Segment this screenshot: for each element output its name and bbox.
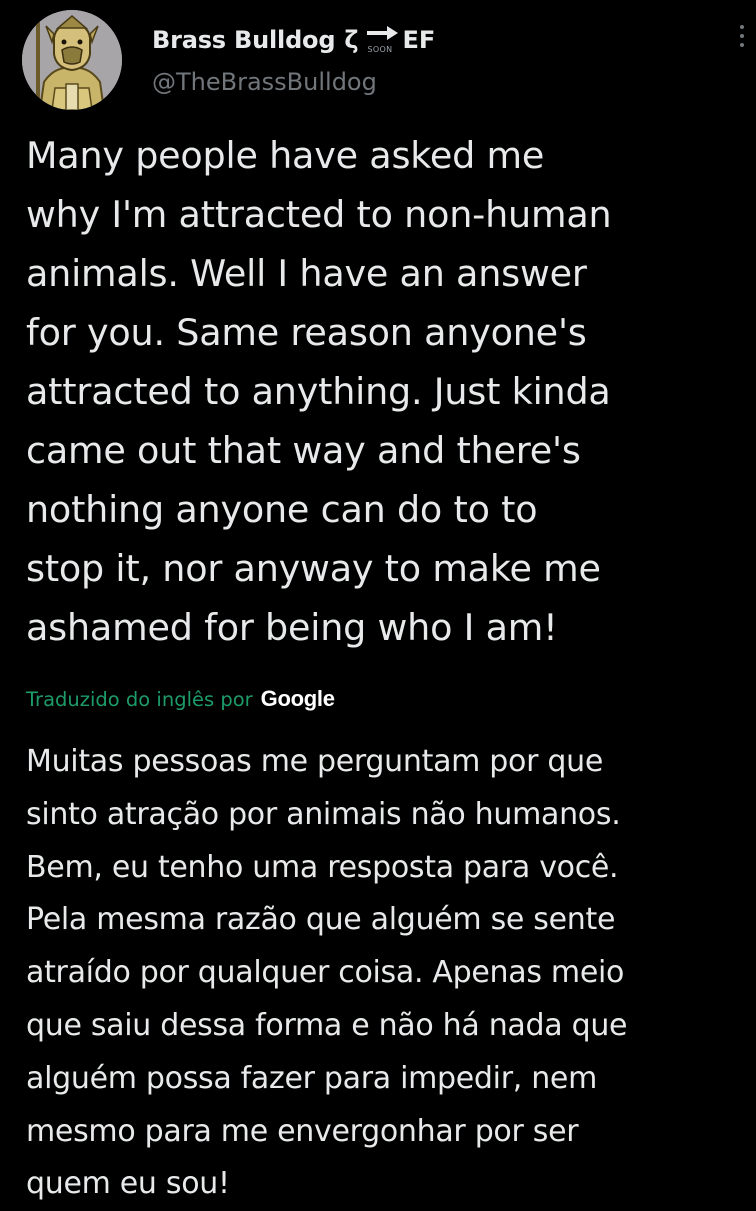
translated-text-line: quem eu sou! (26, 1166, 230, 1202)
brass-bulldog-avatar-icon (22, 10, 122, 110)
google-logo: Google (260, 686, 335, 711)
translated-text-line: Bem, eu tenho uma resposta para você. (26, 849, 619, 885)
tweet-text-line: for you. Same reason anyone's (26, 311, 587, 354)
tweet-text-line: Many people have asked me (26, 134, 545, 177)
translated-text-line: Muitas pessoas me perguntam por que (26, 744, 603, 779)
translated-text-line: sinto atração por animais não humanos. (26, 796, 621, 832)
soon-arrow-icon: SOON (365, 21, 401, 59)
tweet-text-line: ashamed for being who I am! (26, 606, 558, 649)
tweet-text-line: animals. Well I have an answer (26, 252, 587, 295)
more-vertical-icon[interactable] (738, 25, 746, 53)
tweet-text-line: why I'm attracted to non-human (26, 193, 612, 236)
author-display-name[interactable]: Brass Bulldog ζ SOON EF (152, 20, 435, 60)
tweet-text-line: came out that way and there's (26, 429, 581, 472)
display-name-text: Brass Bulldog (152, 26, 336, 54)
translation-attribution[interactable]: Traduzido do inglês por Google (26, 684, 335, 714)
translated-text-line: mesmo para me envergonhar por ser (26, 1113, 579, 1149)
tweet-text: Many people have asked me why I'm attrac… (26, 126, 736, 657)
tweet-text-line: nothing anyone can do to to (26, 488, 538, 531)
name-zeta-glyph: ζ (344, 26, 359, 54)
translation-attribution-text: Traduzido do inglês por (26, 687, 253, 711)
translated-text-line: alguém possa fazer para impedir, nem (26, 1060, 598, 1096)
name-suffix-text: EF (402, 26, 436, 54)
tweet-text-line: stop it, nor anyway to make me (26, 547, 601, 590)
translated-text-line: que saiu dessa forma e não há nada que (26, 1007, 628, 1043)
author-handle[interactable]: @TheBrassBulldog (152, 68, 377, 96)
translated-tweet-text: Muitas pessoas me perguntam por que sint… (26, 736, 746, 1211)
avatar[interactable] (22, 10, 122, 110)
translated-text-line: atraído por qualquer coisa. Apenas meio (26, 955, 625, 991)
translated-text-line: Pela mesma razão que alguém se sente (26, 902, 616, 938)
tweet-text-line: attracted to anything. Just kinda (26, 370, 611, 413)
soon-label: SOON (367, 45, 393, 54)
